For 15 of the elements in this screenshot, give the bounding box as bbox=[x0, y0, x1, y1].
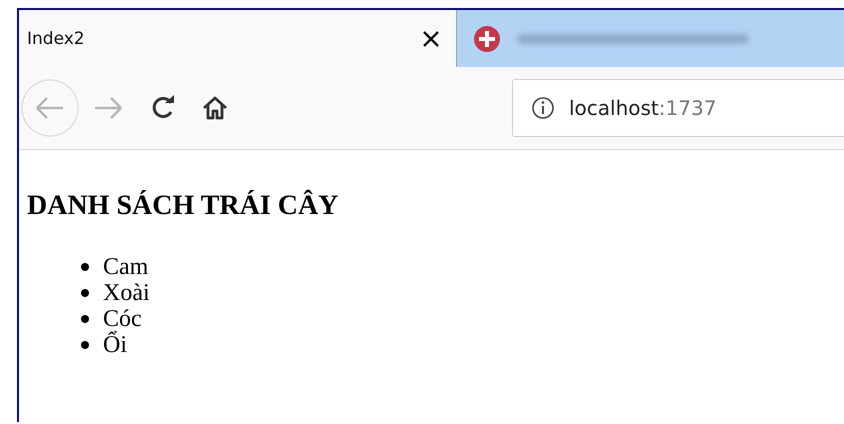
bullet-icon bbox=[81, 341, 89, 349]
list-item: Cóc bbox=[103, 306, 142, 332]
plus-icon bbox=[473, 24, 501, 52]
list-item: Xoài bbox=[103, 280, 150, 306]
list-item: Cam bbox=[103, 254, 148, 280]
bullet-icon bbox=[81, 263, 89, 271]
page-heading: DANH SÁCH TRÁI CÂY bbox=[27, 190, 340, 222]
home-icon[interactable] bbox=[201, 95, 229, 121]
info-icon[interactable] bbox=[531, 96, 555, 120]
bullet-icon bbox=[81, 315, 89, 323]
url-field[interactable]: localhost:1737 bbox=[512, 79, 844, 137]
list-item: Ổi bbox=[103, 332, 127, 358]
tab-title: Index2 bbox=[27, 28, 85, 48]
close-icon[interactable] bbox=[422, 30, 440, 48]
bullet-icon bbox=[81, 289, 89, 297]
